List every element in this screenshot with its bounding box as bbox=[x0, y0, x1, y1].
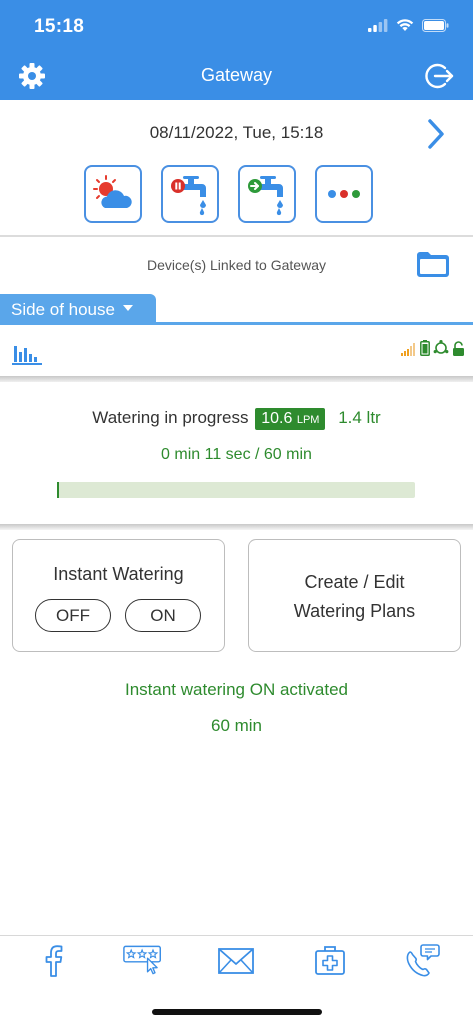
device-selector-tab[interactable]: Side of house bbox=[0, 294, 156, 324]
folder-icon[interactable] bbox=[415, 249, 451, 279]
bottom-tab-bar bbox=[0, 942, 473, 982]
water-volume: 1.4 ltr bbox=[338, 408, 381, 427]
watering-plans-button[interactable]: Create / Edit Watering Plans bbox=[248, 539, 461, 652]
home-indicator bbox=[152, 1009, 322, 1015]
device-status-icons bbox=[401, 340, 465, 356]
watering-status-panel: Watering in progress 10.6 LPM 1.4 ltr 0 … bbox=[0, 382, 473, 524]
bar-chart-icon[interactable] bbox=[12, 342, 42, 366]
weather-icon bbox=[93, 175, 132, 208]
status-time: 15:18 bbox=[34, 16, 85, 37]
watering-plans-line1: Create / Edit bbox=[304, 572, 405, 592]
flow-rate-unit: LPM bbox=[296, 414, 320, 426]
signal-strength-icon bbox=[401, 343, 415, 356]
current-datetime: 08/11/2022, Tue, 15:18 bbox=[149, 123, 324, 142]
unlock-icon bbox=[453, 341, 464, 356]
watering-status-line: Watering in progress 10.6 LPM 1.4 ltr bbox=[0, 408, 473, 430]
first-aid-icon[interactable] bbox=[310, 942, 350, 978]
flow-rate-badge: 10.6 LPM bbox=[255, 408, 326, 430]
instant-off-button[interactable]: OFF bbox=[35, 599, 111, 632]
connection-icon bbox=[433, 340, 449, 354]
signal-icon bbox=[368, 18, 388, 32]
watering-time-progress: 0 min 11 sec / 60 min bbox=[161, 446, 312, 463]
watering-progress-bar bbox=[57, 482, 415, 498]
tap-paused-icon bbox=[171, 176, 206, 216]
weather-button[interactable] bbox=[84, 165, 142, 223]
watering-status-label: Watering in progress bbox=[92, 408, 249, 427]
more-icon bbox=[328, 190, 360, 198]
chevron-right-icon[interactable] bbox=[425, 118, 447, 150]
mail-icon[interactable] bbox=[216, 942, 256, 978]
watering-plans-label: Create / Edit Watering Plans bbox=[249, 568, 460, 626]
flow-rate-value: 10.6 bbox=[261, 410, 293, 427]
support-chat-icon[interactable] bbox=[402, 942, 442, 978]
instant-on-button[interactable]: ON bbox=[125, 599, 201, 632]
instant-watering-toggle: OFF ON bbox=[35, 599, 201, 632]
logout-icon[interactable] bbox=[423, 60, 455, 92]
tap-running-icon bbox=[248, 176, 283, 216]
device-name: Side of house bbox=[11, 300, 115, 319]
watering-progress-fill bbox=[57, 482, 59, 498]
instant-watering-card: Instant Watering OFF ON bbox=[12, 539, 225, 652]
rating-icon[interactable] bbox=[123, 942, 163, 978]
instant-activated-message: Instant watering ON activated bbox=[124, 680, 348, 699]
start-watering-button[interactable] bbox=[238, 165, 296, 223]
tab-underline bbox=[0, 322, 473, 325]
nav-bar: Gateway bbox=[0, 50, 473, 100]
nav-title: Gateway bbox=[200, 65, 273, 85]
linked-devices-row: Device(s) Linked to Gateway bbox=[0, 245, 473, 285]
instant-watering-title: Instant Watering bbox=[53, 564, 184, 584]
instant-duration: 60 min bbox=[210, 716, 263, 735]
date-row: 08/11/2022, Tue, 15:18 bbox=[0, 118, 473, 150]
caret-down-icon bbox=[122, 304, 133, 311]
wifi-icon bbox=[396, 19, 414, 31]
divider bbox=[0, 235, 473, 237]
tab-bar-divider bbox=[0, 935, 473, 936]
battery-icon bbox=[422, 18, 449, 32]
battery-level-icon bbox=[420, 340, 430, 356]
pause-watering-button[interactable] bbox=[161, 165, 219, 223]
linked-devices-label: Device(s) Linked to Gateway bbox=[147, 257, 326, 273]
status-icons bbox=[368, 18, 449, 32]
section-shadow bbox=[0, 524, 473, 530]
more-button[interactable] bbox=[315, 165, 373, 223]
facebook-icon[interactable] bbox=[33, 942, 73, 978]
status-bar: 15:18 bbox=[0, 0, 473, 50]
watering-plans-line2: Watering Plans bbox=[293, 601, 416, 621]
tool-row bbox=[84, 165, 373, 223]
